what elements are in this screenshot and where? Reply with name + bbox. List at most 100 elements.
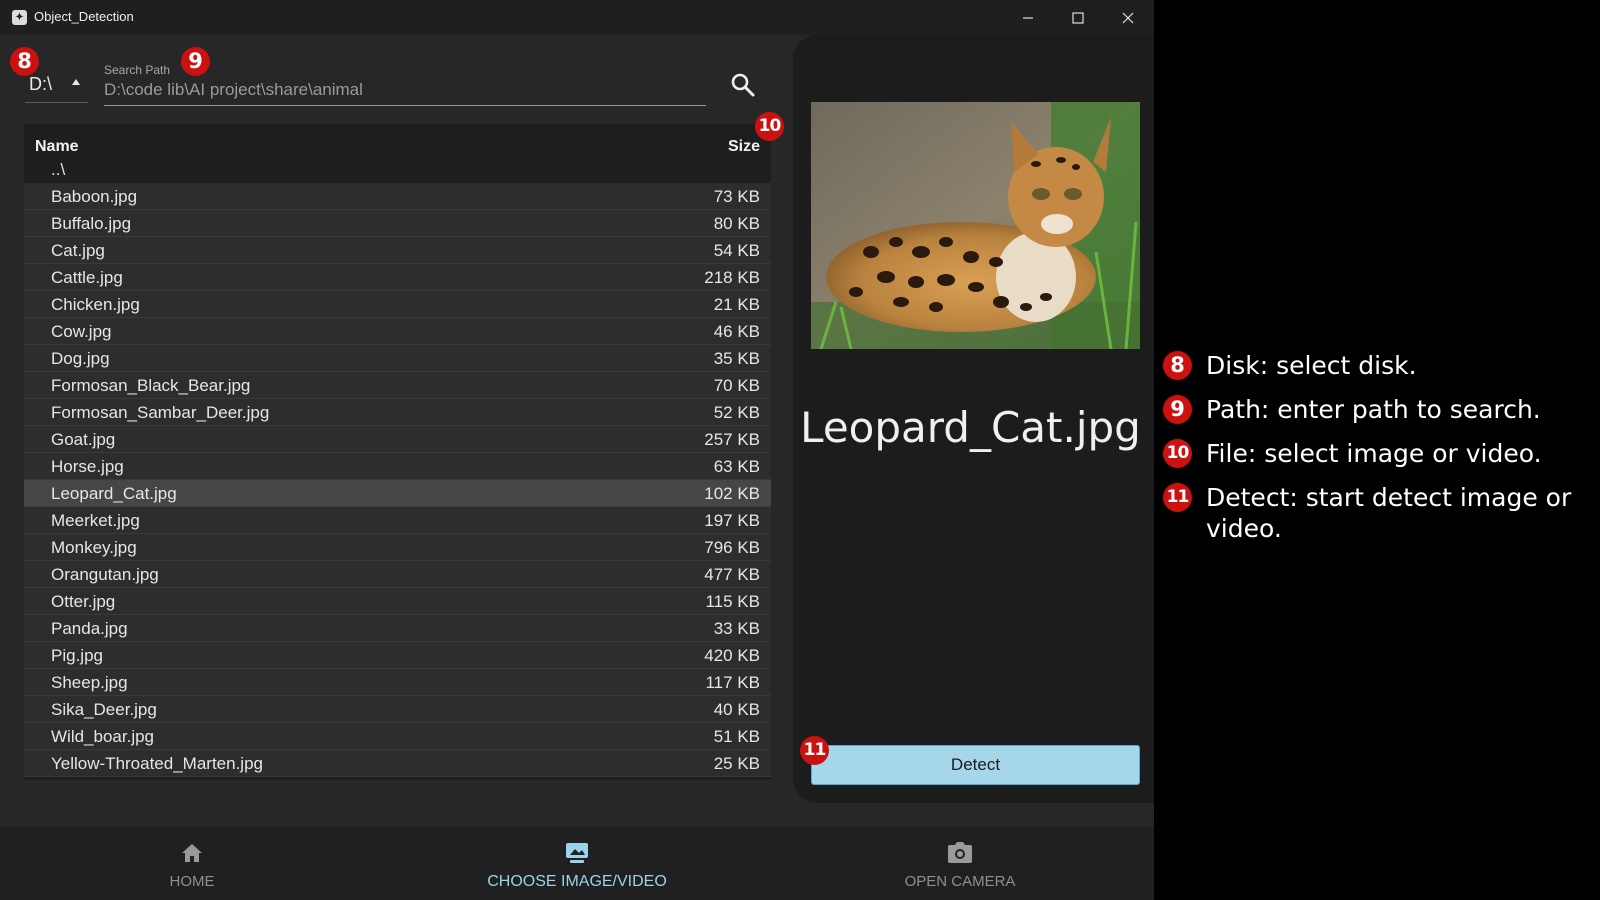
file-size: 115 KB xyxy=(705,592,760,611)
app-logo-icon: ✦ xyxy=(12,10,27,25)
file-size: 25 KB xyxy=(713,754,760,773)
file-row[interactable]: Goat.jpg 257 KB xyxy=(24,426,771,453)
file-size: 80 KB xyxy=(713,214,760,233)
search-path-input[interactable] xyxy=(104,79,694,101)
file-row[interactable]: Baboon.jpg 73 KB xyxy=(24,183,771,210)
column-header-name[interactable]: Name xyxy=(35,138,79,156)
detect-button[interactable]: Detect xyxy=(811,745,1140,785)
file-size: 477 KB xyxy=(704,565,760,584)
file-name: Cattle.jpg xyxy=(51,268,123,287)
annotation-item: 8 Disk: select disk. xyxy=(1163,350,1583,381)
file-row[interactable]: Monkey.jpg 796 KB xyxy=(24,534,771,561)
file-name: Horse.jpg xyxy=(51,457,124,476)
callout-badge-9: 9 xyxy=(181,47,210,76)
window-title: Object_Detection xyxy=(34,9,134,24)
callout-badge-10: 10 xyxy=(755,112,784,141)
annotation-text: File: select image or video. xyxy=(1206,439,1542,468)
file-row[interactable]: Pig.jpg 420 KB xyxy=(24,642,771,669)
file-name: Orangutan.jpg xyxy=(51,565,159,584)
annotation-legend: 8 Disk: select disk. 9 Path: enter path … xyxy=(1163,350,1583,557)
callout-badge-11: 11 xyxy=(800,736,829,765)
nav-open-camera[interactable]: OPEN CAMERA xyxy=(830,827,1090,900)
preview-filename: Leopard_Cat.jpg xyxy=(800,403,1141,452)
file-row[interactable]: Horse.jpg 63 KB xyxy=(24,453,771,480)
file-size: 420 KB xyxy=(704,646,760,665)
file-name: Baboon.jpg xyxy=(51,187,138,206)
file-name: Cat.jpg xyxy=(51,241,105,260)
file-list: Name Size ..\ Baboon.jpg 73 KB Buffalo.jp… xyxy=(24,124,771,780)
file-size: 52 KB xyxy=(713,403,760,422)
file-row[interactable]: Buffalo.jpg 80 KB xyxy=(24,210,771,237)
minimize-button[interactable] xyxy=(1003,0,1053,35)
file-row[interactable]: Dog.jpg 35 KB xyxy=(24,345,771,372)
file-row[interactable]: Panda.jpg 33 KB xyxy=(24,615,771,642)
file-row[interactable]: Sheep.jpg 117 KB xyxy=(24,669,771,696)
file-row[interactable]: Orangutan.jpg 477 KB xyxy=(24,561,771,588)
file-name: Panda.jpg xyxy=(51,619,128,638)
nav-choose-image-video[interactable]: CHOOSE IMAGE/VIDEO xyxy=(447,827,707,900)
file-name: Cow.jpg xyxy=(51,322,112,341)
file-row[interactable]: Meerket.jpg 197 KB xyxy=(24,507,771,534)
disk-value: D:\ xyxy=(29,74,53,94)
annotation-text: Detect: start detect image or video. xyxy=(1206,483,1572,543)
annotation-text: Disk: select disk. xyxy=(1206,351,1417,380)
nav-home-label: HOME xyxy=(169,873,215,890)
file-row[interactable]: Wild_boar.jpg 51 KB xyxy=(24,723,771,750)
parent-directory-label: ..\ xyxy=(51,160,66,179)
file-list-header: Name Size xyxy=(24,124,771,159)
file-row[interactable]: Yellow-Throated_Marten.jpg 25 KB xyxy=(24,750,771,777)
annotation-badge: 10 xyxy=(1163,439,1192,468)
annotation-badge: 11 xyxy=(1163,483,1192,512)
app-window: ✦ Object_Detection D:\ Search Path Name … xyxy=(0,0,1154,900)
column-header-size[interactable]: Size xyxy=(728,138,760,156)
file-row[interactable]: Cattle.jpg 218 KB xyxy=(24,264,771,291)
file-name: Formosan_Sambar_Deer.jpg xyxy=(51,403,270,422)
file-row[interactable]: Formosan_Sambar_Deer.jpg 52 KB xyxy=(24,399,771,426)
maximize-button[interactable] xyxy=(1053,0,1103,35)
file-size: 63 KB xyxy=(713,457,760,476)
search-path-label: Search Path xyxy=(104,63,171,77)
close-button[interactable] xyxy=(1103,0,1153,35)
file-row[interactable]: Sika_Deer.jpg 40 KB xyxy=(24,696,771,723)
file-size: 21 KB xyxy=(713,295,760,314)
annotation-item: 11 Detect: start detect image or video. xyxy=(1163,482,1583,544)
file-row[interactable]: Formosan_Black_Bear.jpg 70 KB xyxy=(24,372,771,399)
file-row[interactable]: Cat.jpg 54 KB xyxy=(24,237,771,264)
annotation-badge: 9 xyxy=(1163,395,1192,424)
camera-icon xyxy=(948,842,972,863)
file-row[interactable]: Cow.jpg 46 KB xyxy=(24,318,771,345)
image-video-icon xyxy=(566,843,588,863)
parent-directory-row[interactable]: ..\ xyxy=(24,159,771,183)
preview-image xyxy=(811,102,1140,349)
search-icon xyxy=(731,73,755,97)
file-size: 197 KB xyxy=(704,511,760,530)
file-name: Goat.jpg xyxy=(51,430,116,449)
file-row-selected[interactable]: Leopard_Cat.jpg 102 KB xyxy=(24,480,771,507)
file-rows: ..\ Baboon.jpg 73 KB Buffalo.jpg 80 KB Cat… xyxy=(24,159,771,777)
file-size: 796 KB xyxy=(704,538,760,557)
annotation-text: Path: enter path to search. xyxy=(1206,395,1541,424)
minimize-icon xyxy=(1023,16,1033,19)
home-icon xyxy=(182,844,202,862)
file-name: Meerket.jpg xyxy=(51,511,140,530)
disk-dropdown[interactable]: D:\ xyxy=(25,70,88,103)
file-size: 73 KB xyxy=(713,187,760,206)
nav-home[interactable]: HOME xyxy=(62,827,322,900)
file-row[interactable]: Otter.jpg 115 KB xyxy=(24,588,771,615)
file-name: Leopard_Cat.jpg xyxy=(51,484,177,503)
title-bar: ✦ Object_Detection xyxy=(0,0,1154,35)
file-name: Dog.jpg xyxy=(51,349,110,368)
file-size: 117 KB xyxy=(705,673,760,692)
file-size: 102 KB xyxy=(704,484,760,503)
file-name: Sika_Deer.jpg xyxy=(51,700,157,719)
file-size: 40 KB xyxy=(713,700,760,719)
file-name: Yellow-Throated_Marten.jpg xyxy=(51,754,263,773)
file-name: Sheep.jpg xyxy=(51,673,128,692)
file-name: Wild_boar.jpg xyxy=(51,727,155,746)
file-size: 35 KB xyxy=(713,349,760,368)
file-name: Formosan_Black_Bear.jpg xyxy=(51,376,251,395)
file-size: 51 KB xyxy=(713,727,760,746)
file-row[interactable]: Chicken.jpg 21 KB xyxy=(24,291,771,318)
search-button[interactable] xyxy=(729,71,757,99)
preview-panel: Leopard_Cat.jpg Detect xyxy=(793,35,1154,803)
